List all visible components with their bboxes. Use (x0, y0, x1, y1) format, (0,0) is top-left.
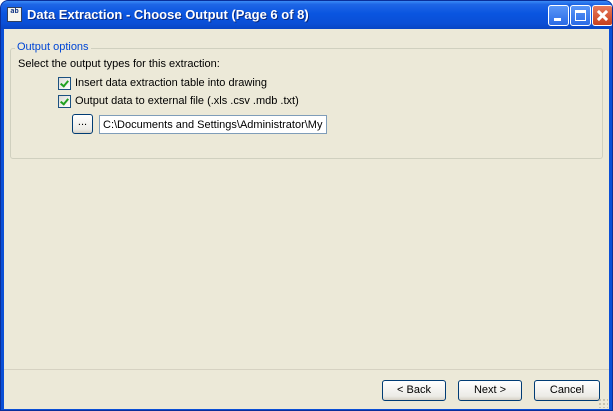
insert-table-label[interactable]: Insert data extraction table into drawin… (75, 77, 267, 89)
insert-table-checkbox[interactable] (58, 77, 71, 90)
maximize-icon (575, 10, 586, 21)
minimize-icon (554, 18, 561, 21)
dialog-body: Output options Select the output types f… (4, 29, 609, 409)
external-file-checkbox[interactable] (58, 95, 71, 108)
cancel-button[interactable]: Cancel (534, 380, 600, 401)
file-path-input[interactable] (99, 115, 327, 134)
title-bar[interactable]: ab Data Extraction - Choose Output (Page… (1, 1, 612, 29)
dialog-window: ab Data Extraction - Choose Output (Page… (0, 0, 613, 411)
window-title: Data Extraction - Choose Output (Page 6 … (27, 7, 309, 22)
instruction-text: Select the output types for this extract… (18, 58, 220, 70)
resize-grip-icon[interactable] (598, 398, 608, 408)
close-button[interactable] (592, 5, 612, 26)
output-options-label: Output options (15, 41, 91, 53)
app-icon: ab (7, 7, 22, 22)
output-options-group: Output options Select the output types f… (10, 41, 603, 159)
next-button[interactable]: Next > (458, 380, 522, 401)
back-button[interactable]: < Back (382, 380, 446, 401)
minimize-button[interactable] (548, 5, 569, 26)
browse-button[interactable]: ... (72, 114, 93, 134)
footer-divider (4, 369, 609, 370)
close-icon (593, 6, 612, 25)
external-file-label[interactable]: Output data to external file (.xls .csv … (75, 95, 299, 107)
maximize-button[interactable] (570, 5, 591, 26)
